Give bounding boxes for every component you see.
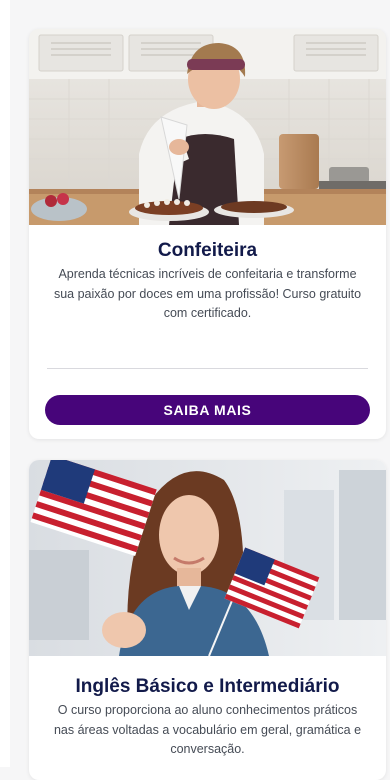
course-description: Aprenda técnicas incríveis de confeitari…: [53, 267, 362, 320]
course-image-confeiteira: [29, 29, 386, 225]
course-card-ingles: Inglês Básico e Intermediário O curso pr…: [29, 460, 386, 780]
course-card-confeiteira: Confeiteira Aprenda técnicas incríveis d…: [29, 29, 386, 439]
course-title: Confeiteira: [157, 240, 258, 261]
card-divider: [47, 368, 368, 369]
course-image-ingles: [29, 460, 386, 656]
course-description: O curso proporciona ao aluno conheciment…: [53, 703, 362, 756]
woman-with-flags-photo: [29, 460, 386, 656]
course-title: Inglês Básico e Intermediário: [75, 676, 340, 697]
page-left-edge: [0, 0, 10, 767]
saiba-mais-button[interactable]: SAIBA MAIS: [45, 395, 370, 425]
pastry-chef-photo: [29, 29, 386, 225]
